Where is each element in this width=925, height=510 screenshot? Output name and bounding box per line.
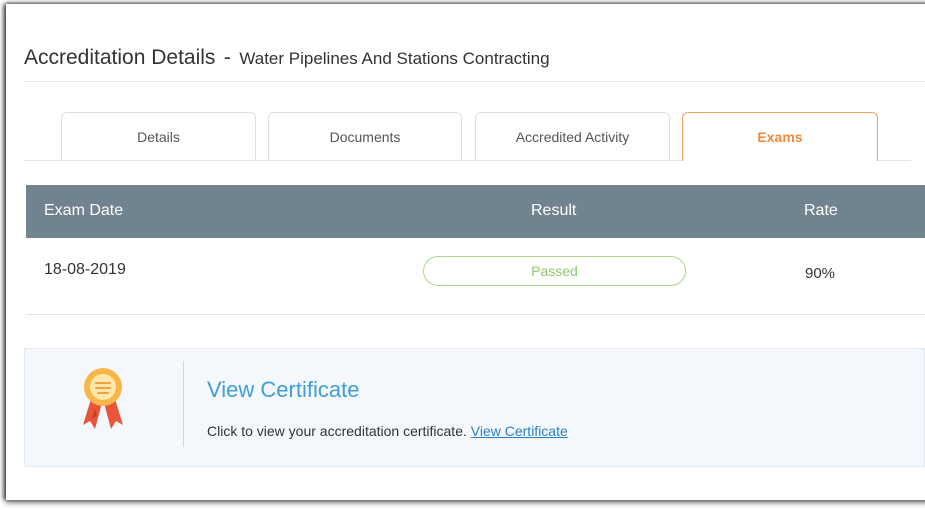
column-header-exam-date: Exam Date <box>44 202 124 219</box>
tab-exams[interactable]: Exams <box>682 112 878 161</box>
page-title-main: Accreditation Details <box>24 46 216 69</box>
view-certificate-link[interactable]: View Certificate <box>471 423 568 439</box>
tab-accredited-activity-label: Accredited Activity <box>515 128 630 145</box>
page-title: Accreditation Details - Water Pipelines … <box>24 46 550 70</box>
exam-date-cell: 18-08-2019 <box>44 261 126 278</box>
certificate-divider <box>183 361 184 447</box>
row-divider <box>26 314 925 315</box>
page-title-separator: - <box>223 46 231 69</box>
certificate-panel: View Certificate Click to view your accr… <box>24 348 925 467</box>
award-ribbon-icon <box>75 363 131 433</box>
tab-documents[interactable]: Documents <box>268 112 462 160</box>
column-header-result: Result <box>531 202 577 219</box>
certificate-description: Click to view your accreditation certifi… <box>207 423 467 439</box>
exams-table-header: Exam Date Result Rate <box>26 185 925 238</box>
result-status-badge: Passed <box>423 256 686 286</box>
column-header-rate: Rate <box>804 202 838 219</box>
title-divider <box>24 81 925 82</box>
tab-details-label: Details <box>137 128 180 145</box>
certificate-description-line: Click to view your accreditation certifi… <box>207 423 568 439</box>
tab-exams-label: Exams <box>757 129 803 145</box>
rate-cell: 90% <box>805 265 836 282</box>
tab-documents-label: Documents <box>329 128 401 145</box>
tab-details[interactable]: Details <box>61 112 256 160</box>
certificate-title: View Certificate <box>207 377 360 402</box>
tab-accredited-activity[interactable]: Accredited Activity <box>475 112 670 160</box>
page-subtitle: Water Pipelines And Stations Contracting <box>239 49 550 68</box>
